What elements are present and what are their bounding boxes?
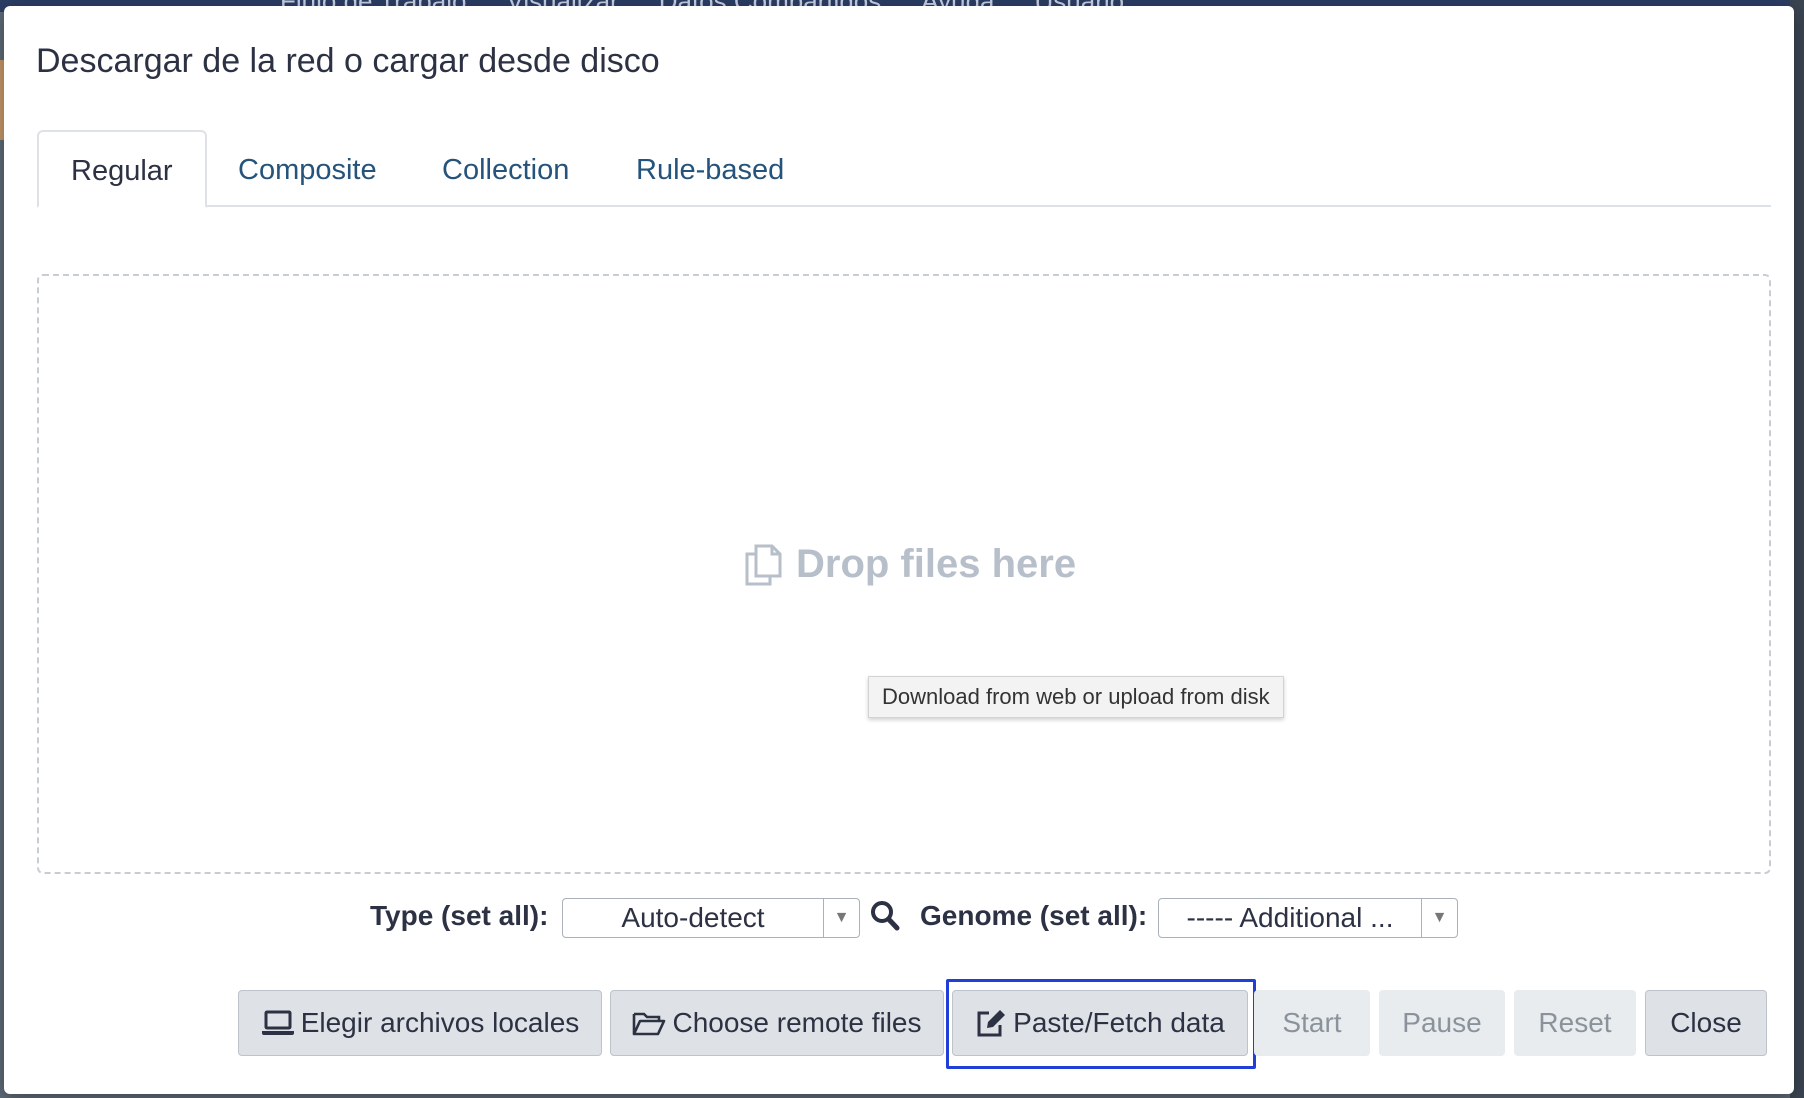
reset-button[interactable]: Reset [1514, 990, 1636, 1056]
genome-select[interactable]: ----- Additional ... ▼ [1158, 898, 1458, 938]
choose-remote-files-label: Choose remote files [672, 1007, 922, 1038]
tab-rule-based[interactable]: Rule-based [636, 131, 784, 209]
choose-local-files-button[interactable]: Elegir archivos locales [238, 990, 602, 1056]
type-label: Type (set all): [370, 900, 549, 931]
choose-remote-files-button[interactable]: Choose remote files [610, 990, 944, 1056]
type-select-value: Auto-detect [621, 902, 765, 933]
type-select[interactable]: Auto-detect ▼ [562, 898, 860, 938]
tab-composite[interactable]: Composite [238, 131, 377, 209]
folder-open-icon [632, 1010, 666, 1036]
genome-select-value: ----- Additional ... [1186, 902, 1394, 933]
tab-regular[interactable]: Regular [37, 130, 207, 208]
start-button[interactable]: Start [1254, 990, 1370, 1056]
choose-local-files-label: Elegir archivos locales [300, 1007, 580, 1038]
search-icon[interactable] [870, 900, 900, 932]
dialog-title: Descargar de la red o cargar desde disco [36, 42, 660, 80]
drop-files-text: Drop files here [796, 542, 1077, 586]
laptop-icon [261, 1010, 295, 1036]
copy-files-icon [744, 544, 782, 586]
drop-files-label: Drop files here [744, 542, 1076, 587]
tooltip: Download from web or upload from disk [868, 676, 1284, 718]
chevron-down-icon: ▼ [823, 899, 859, 937]
pause-button[interactable]: Pause [1379, 990, 1505, 1056]
edit-icon [975, 1008, 1007, 1038]
chevron-down-icon: ▼ [1421, 899, 1457, 937]
upload-dialog: Descargar de la red o cargar desde disco… [4, 6, 1794, 1094]
paste-fetch-label: Paste/Fetch data [1013, 1007, 1225, 1038]
paste-fetch-button[interactable]: Paste/Fetch data [952, 990, 1248, 1056]
genome-label: Genome (set all): [920, 900, 1148, 931]
set-all-settings: Type (set all): Auto-detect ▼ Genome (se… [370, 898, 1470, 938]
tab-collection[interactable]: Collection [442, 131, 569, 209]
upload-tabs: Regular Composite Collection Rule-based [37, 127, 1771, 209]
close-button[interactable]: Close [1645, 990, 1767, 1056]
